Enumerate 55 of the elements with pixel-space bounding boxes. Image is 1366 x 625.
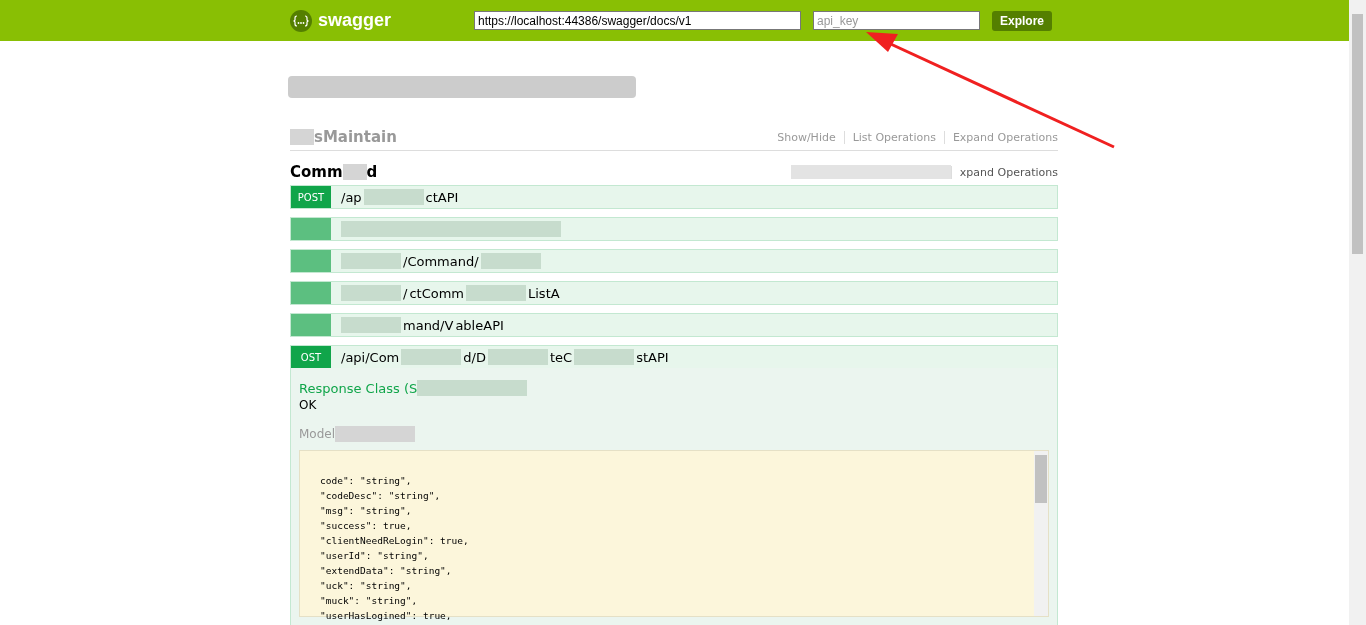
code-line: code": "string",	[320, 474, 413, 488]
code-line: "msg": "string",	[320, 504, 413, 518]
path-text: stAPI	[636, 349, 669, 365]
path-text: /Command/	[403, 253, 479, 269]
method-badge[interactable]	[291, 314, 331, 336]
api-key-field[interactable]: api_key	[813, 11, 980, 30]
code-line: "userId": "string",	[320, 549, 430, 563]
operation-panel[interactable]: mand/V ableAPI	[290, 313, 1058, 337]
operation-panel[interactable]: POST /ap ctAPI	[290, 185, 1058, 209]
path-text: ctComm	[409, 285, 464, 301]
code-line: "clientNeedReLogin": true,	[320, 534, 470, 548]
explore-button[interactable]: Explore	[992, 10, 1052, 31]
operation-panel[interactable]	[290, 217, 1058, 241]
redacted-block	[342, 164, 367, 180]
code-line: "uck": "string",	[320, 579, 413, 593]
redacted-block	[487, 349, 548, 365]
code-line: "success": true,	[320, 519, 413, 533]
logo-text: swagger	[318, 10, 392, 31]
code-line: "userHasLogined": true,	[320, 609, 453, 623]
redacted-block	[341, 285, 401, 301]
redacted-block	[574, 349, 635, 365]
redacted-block	[466, 285, 526, 301]
scrollbar[interactable]	[1034, 451, 1048, 616]
redacted-block	[401, 349, 462, 365]
path-text: mand/V	[403, 317, 454, 333]
response-value: OK	[299, 398, 318, 412]
path-text: /ap	[341, 189, 362, 205]
code-line: "muck": "string",	[320, 594, 419, 608]
path-text: /	[403, 285, 408, 301]
resource-title[interactable]: Comm	[290, 163, 343, 181]
operation-panel[interactable]: /ctComm ListA	[290, 281, 1058, 305]
method-badge[interactable]	[291, 282, 331, 304]
path-text: ableAPI	[455, 317, 504, 333]
redacted-block	[363, 189, 424, 205]
redacted-block	[480, 253, 541, 269]
operation-panel[interactable]	[290, 345, 1058, 625]
operation-panel[interactable]: /Command/	[290, 249, 1058, 273]
code-line: "codeDesc": "string",	[320, 489, 442, 503]
resource-link[interactable]: xpand Operations	[950, 165, 1058, 179]
redacted-block	[341, 317, 401, 333]
path-text: ctAPI	[425, 189, 459, 205]
path-text: teC	[549, 349, 573, 365]
path-text: /api/Com	[341, 349, 400, 365]
resource-title[interactable]: d	[366, 163, 378, 181]
code-line: "extendData": "string",	[320, 564, 453, 578]
logo-icon	[290, 9, 312, 32]
redacted-block	[341, 253, 401, 269]
redacted-block	[290, 129, 314, 145]
url-field[interactable]: https://localhost:44386/swagger/docs/v1	[474, 11, 801, 30]
path-text: d/D	[463, 349, 486, 365]
response-class-label: Response Class (S	[299, 380, 418, 396]
path-text: ListA	[528, 285, 560, 301]
page-scrollbar[interactable]	[1349, 0, 1366, 625]
method-badge[interactable]	[291, 218, 331, 240]
method-badge[interactable]	[291, 250, 331, 272]
